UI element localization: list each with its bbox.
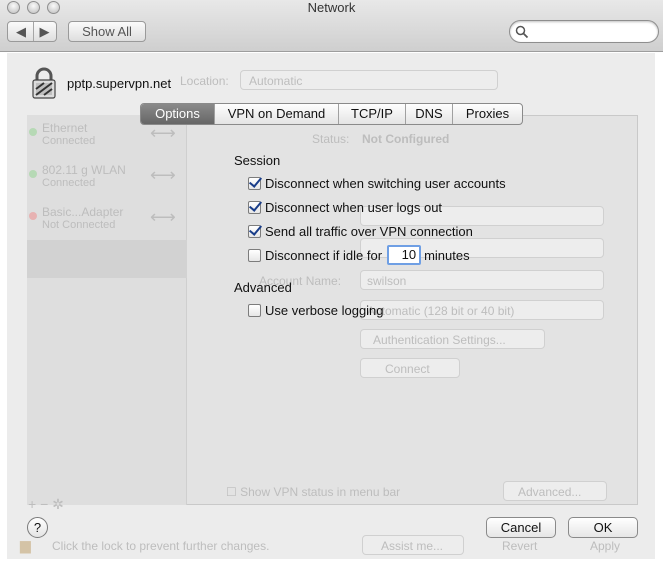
selected-service-row (27, 240, 187, 278)
back-arrow-icon[interactable]: ◀ (9, 22, 33, 41)
advanced-heading: Advanced (234, 280, 292, 295)
ethernet-arrows-icon: ⟷ (150, 207, 176, 227)
status-dot (29, 212, 37, 220)
service-status: Connected (42, 177, 96, 189)
status-label: Status: (312, 132, 350, 146)
service-name: Ethernet (42, 121, 88, 135)
search-icon (515, 25, 529, 39)
verbose-logging-label[interactable]: Use verbose logging (265, 303, 384, 318)
authentication-settings-button: Authentication Settings... (360, 329, 545, 349)
account-name-value: swilson (367, 274, 407, 288)
send-all-traffic-label[interactable]: Send all traffic over VPN connection (265, 224, 473, 239)
disconnect-switching-user-label[interactable]: Disconnect when switching user accounts (265, 176, 506, 191)
help-button[interactable]: ? (27, 517, 48, 538)
window-title: Network (307, 0, 356, 15)
disconnect-idle-option[interactable]: Disconnect if idle for 10 minutes (248, 245, 470, 265)
send-all-traffic-checkbox[interactable] (248, 224, 261, 238)
disconnect-logout-checkbox[interactable] (248, 200, 261, 214)
location-value: Automatic (249, 74, 303, 88)
service-name: Basic...Adapter (42, 205, 124, 219)
vpn-lock-icon (32, 67, 56, 99)
disconnect-logout-label[interactable]: Disconnect when user logs out (265, 200, 442, 215)
status-dot (29, 170, 37, 178)
disconnect-switching-user-option[interactable]: Disconnect when switching user accounts (248, 174, 506, 192)
location-label: Location: (180, 74, 229, 88)
apply-label: Apply (590, 539, 621, 553)
service-name: 802.11 g WLAN (42, 163, 126, 177)
status-value: Not Configured (362, 132, 450, 146)
show-all-button[interactable]: Show All (68, 21, 146, 42)
tab-vpn-on-demand[interactable]: VPN on Demand (214, 104, 338, 124)
ethernet-arrows-icon: ⟷ (150, 165, 176, 185)
show-vpn-status-label: Show VPN status in menu bar (240, 485, 401, 499)
advanced-label: Advanced... (518, 485, 582, 499)
encryption-value: Automatic (128 bit or 40 bit) (367, 304, 515, 318)
ethernet-arrows-icon: ⟷ (150, 123, 176, 143)
lock-hint-text: Click the lock to prevent further change… (52, 539, 270, 553)
back-forward-control[interactable]: ◀ ▶ (7, 21, 57, 42)
idle-minutes-field[interactable]: 10 (387, 245, 422, 265)
tab-options[interactable]: Options (141, 104, 214, 124)
disconnect-idle-label[interactable]: Disconnect if idle for (265, 248, 382, 263)
service-status: Connected (42, 135, 96, 147)
idle-minutes-unit: minutes (424, 247, 470, 263)
search-field[interactable] (509, 20, 659, 43)
connection-name: pptp.supervpn.net (67, 76, 172, 91)
window-titlebar: Network ◀ ▶ Show All (0, 0, 663, 52)
location-popup: Automatic (240, 70, 498, 90)
forward-arrow-icon[interactable]: ▶ (33, 22, 55, 41)
connect-button: Connect (360, 358, 460, 378)
account-name-field: swilson (360, 270, 604, 290)
lock-icon: ▆ (20, 537, 31, 553)
verbose-logging-checkbox[interactable] (248, 303, 261, 317)
settings-tab-bar: Options VPN on Demand TCP/IP DNS Proxies (140, 103, 523, 125)
revert-label: Revert (502, 539, 538, 553)
advanced-button: Advanced... (503, 481, 607, 501)
tab-dns[interactable]: DNS (405, 104, 452, 124)
add-remove-service-icon: + − ✲ (28, 496, 64, 512)
send-all-traffic-option[interactable]: Send all traffic over VPN connection (248, 222, 473, 240)
ok-button[interactable]: OK (568, 517, 638, 538)
show-vpn-status-checkbox: ☐ Show VPN status in menu bar (226, 485, 401, 499)
connect-label: Connect (385, 362, 430, 376)
authentication-settings-label: Authentication Settings... (373, 333, 506, 347)
assist-me-label: Assist me... (381, 539, 444, 553)
encryption-popup: Automatic (128 bit or 40 bit) (360, 300, 604, 320)
disconnect-switching-user-checkbox[interactable] (248, 176, 261, 190)
status-dot (29, 128, 37, 136)
cancel-button[interactable]: Cancel (486, 517, 556, 538)
tab-proxies[interactable]: Proxies (452, 104, 522, 124)
session-heading: Session (234, 153, 281, 168)
verbose-logging-option[interactable]: Use verbose logging (248, 301, 384, 319)
service-status: Not Connected (42, 219, 116, 231)
tab-tcp-ip[interactable]: TCP/IP (338, 104, 405, 124)
disconnect-idle-checkbox[interactable] (248, 248, 261, 262)
disconnect-logout-option[interactable]: Disconnect when user logs out (248, 198, 442, 216)
assist-me-button: Assist me... (362, 535, 464, 555)
